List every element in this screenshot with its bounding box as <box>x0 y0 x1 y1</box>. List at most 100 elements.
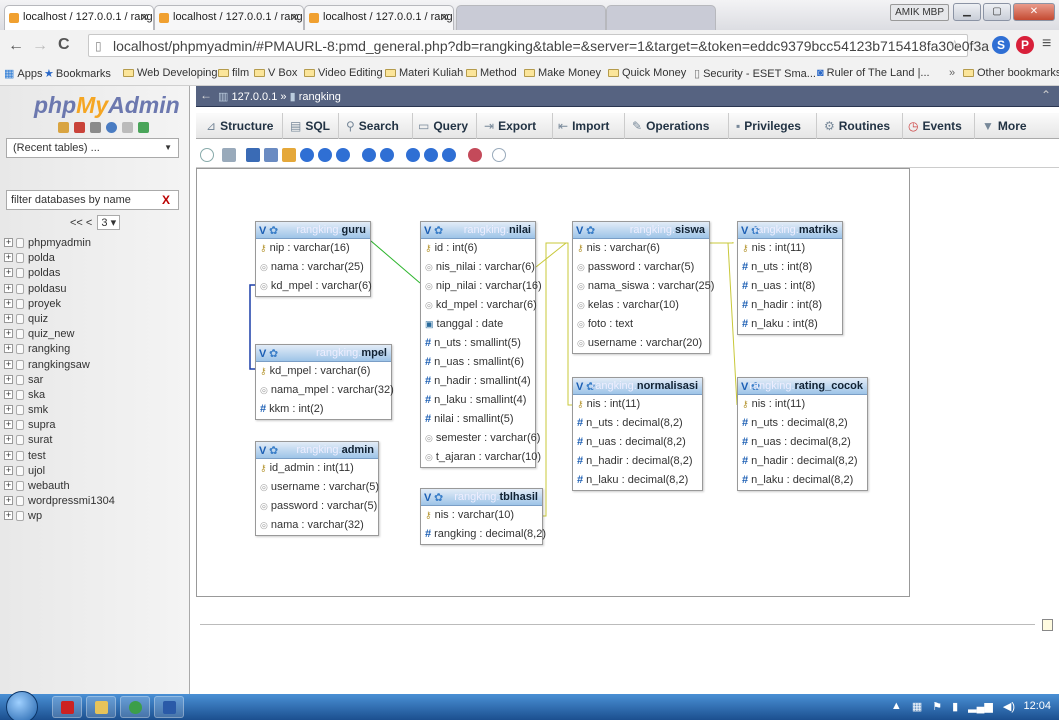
table-column[interactable]: ◎ foto : text <box>573 315 709 334</box>
table-column[interactable]: ◎ nama : varchar(32) <box>256 516 378 535</box>
table-column[interactable]: ◎ semester : varchar(6) <box>421 429 540 448</box>
table-rating-cocok[interactable]: V ✿ rangking.rating_cocok ⚷ nis : int(11) # n_… <box>737 377 868 491</box>
table-header[interactable]: V ✿ rangking.tblhasil <box>421 489 542 506</box>
toggle-icon[interactable]: V <box>576 379 583 396</box>
start-button[interactable] <box>6 691 38 720</box>
table-column[interactable]: # n_uts : smallint(5) <box>421 334 535 353</box>
toggle-icon[interactable]: V <box>424 490 431 507</box>
table-column[interactable]: ◎ nis_nilai : varchar(6) <box>421 258 535 277</box>
table-column[interactable]: ◎ password : varchar(5) <box>573 258 709 277</box>
table-column[interactable]: # kkm : int(2) <box>256 400 391 419</box>
taskbar-explorer[interactable] <box>86 696 116 718</box>
table-column[interactable]: ⚷ id_admin : int(11) <box>256 459 378 478</box>
relation-siswa-rating[interactable] <box>710 242 738 406</box>
table-header[interactable]: V ✿ rangking.mpel <box>256 345 391 362</box>
table-header[interactable]: V ✿ rangking.nilai <box>421 222 535 239</box>
taskbar-word[interactable] <box>154 696 184 718</box>
table-column[interactable]: # n_uas : int(8) <box>738 277 842 296</box>
table-column[interactable]: ⚷ nis : varchar(10) <box>421 506 542 525</box>
table-matriks[interactable]: V ✿ rangking.matriks ⚷ nis : int(11) # n_uts :… <box>737 221 843 335</box>
table-column[interactable]: ◎ nama_mpel : varchar(32) <box>256 381 394 400</box>
tray-network-icon[interactable]: ▦ <box>912 700 922 713</box>
table-column[interactable]: ◎ nama_siswa : varchar(25) <box>573 277 714 296</box>
table-header[interactable]: V ✿ rangking.matriks <box>738 222 842 239</box>
table-column[interactable]: # n_laku : decimal(8,2) <box>738 471 867 490</box>
table-column[interactable]: ⚷ id : int(6) <box>421 239 535 258</box>
table-column[interactable]: # n_hadir : decimal(8,2) <box>738 452 867 471</box>
table-column[interactable]: # n_hadir : int(8) <box>738 296 842 315</box>
primary-key-icon: ⚷ <box>577 243 584 253</box>
gear-icon[interactable]: ✿ <box>269 223 278 240</box>
table-column[interactable]: ◎ username : varchar(5) <box>256 478 379 497</box>
gear-icon[interactable]: ✿ <box>269 346 278 363</box>
text-column-icon: ◎ <box>425 281 433 291</box>
table-tblhasil[interactable]: V ✿ rangking.tblhasil ⚷ nis : varchar(10) # ra… <box>420 488 546 545</box>
table-column[interactable]: ◎ nip_nilai : varchar(16) <box>421 277 542 296</box>
table-column[interactable]: # n_uts : decimal(8,2) <box>573 414 702 433</box>
gear-icon[interactable]: ✿ <box>269 443 278 460</box>
table-column[interactable]: # n_hadir : decimal(8,2) <box>573 452 702 471</box>
gear-icon[interactable]: ✿ <box>586 223 595 240</box>
toggle-icon[interactable]: V <box>259 223 266 240</box>
taskbar-chrome[interactable] <box>120 696 150 718</box>
table-guru[interactable]: V ✿ rangking.guru ⚷ nip : varchar(16) ◎ nama :… <box>255 221 372 297</box>
toggle-icon[interactable]: V <box>741 223 748 240</box>
toggle-icon[interactable]: V <box>741 379 748 396</box>
table-column[interactable]: ◎ password : varchar(5) <box>256 497 378 516</box>
table-column[interactable]: # n_uts : decimal(8,2) <box>738 414 867 433</box>
table-column[interactable]: ◎ t_ajaran : varchar(10) <box>421 448 541 467</box>
table-header[interactable]: V ✿ rangking.admin <box>256 442 378 459</box>
gear-icon[interactable]: ✿ <box>434 490 443 507</box>
table-column[interactable]: # n_laku : smallint(4) <box>421 391 535 410</box>
toggle-icon[interactable]: V <box>259 443 266 460</box>
table-column[interactable]: # nilai : smallint(5) <box>421 410 535 429</box>
table-column[interactable]: ◎ kelas : varchar(10) <box>573 296 709 315</box>
table-column[interactable]: ⚷ nip : varchar(16) <box>256 239 370 258</box>
table-column[interactable]: ◎ kd_mpel : varchar(6) <box>421 296 537 315</box>
numeric-column-icon: # <box>742 417 749 429</box>
tray-battery-icon[interactable]: ▮ <box>952 700 958 713</box>
table-nilai[interactable]: V ✿ rangking.nilai ⚷ id : int(6) ◎ nis_nilai :… <box>420 221 542 468</box>
table-normalisasi[interactable]: V ✿ rangking.normalisasi ⚷ nis : int(11) # n_u… <box>572 377 703 491</box>
toggle-icon[interactable]: V <box>259 346 266 363</box>
table-mpel[interactable]: V ✿ rangking.mpel ⚷ kd_mpel : varchar(6) ◎ nam… <box>255 344 394 420</box>
taskbar-app-1[interactable] <box>52 696 82 718</box>
table-column[interactable]: ⚷ nis : varchar(6) <box>573 239 709 258</box>
table-header[interactable]: V ✿ rangking.rating_cocok <box>738 378 867 395</box>
toggle-icon[interactable]: V <box>576 223 583 240</box>
toggle-icon[interactable]: V <box>424 223 431 240</box>
table-header[interactable]: V ✿ rangking.normalisasi <box>573 378 702 395</box>
tray-signal-icon[interactable]: ▂▄▆ <box>968 700 993 713</box>
gear-icon[interactable]: ✿ <box>434 223 443 240</box>
table-column[interactable]: # n_laku : int(8) <box>738 315 842 334</box>
table-column[interactable]: ⚷ kd_mpel : varchar(6) <box>256 362 391 381</box>
table-column[interactable]: # n_laku : decimal(8,2) <box>573 471 702 490</box>
table-siswa[interactable]: V ✿ rangking.siswa ⚷ nis : varchar(6) ◎ passwo… <box>572 221 714 354</box>
numeric-column-icon: # <box>425 413 432 425</box>
table-column[interactable]: # n_uts : int(8) <box>738 258 842 277</box>
table-column[interactable]: ▣ tanggal : date <box>421 315 535 334</box>
table-column[interactable]: ⚷ nis : int(11) <box>738 395 867 414</box>
table-column[interactable]: # n_uas : decimal(8,2) <box>573 433 702 452</box>
table-column[interactable]: ◎ nama : varchar(25) <box>256 258 370 277</box>
table-column[interactable]: # n_uas : smallint(6) <box>421 353 535 372</box>
table-column[interactable]: # rangking : decimal(8,2) <box>421 525 546 544</box>
relation-guru-nilai[interactable] <box>370 240 421 284</box>
table-column[interactable]: # n_uas : decimal(8,2) <box>738 433 867 452</box>
relation-tblhasil-siswa[interactable] <box>543 242 566 517</box>
console-icon[interactable] <box>1042 619 1053 631</box>
tray-arrow-icon[interactable]: ▲ <box>891 700 902 713</box>
primary-key-icon: ⚷ <box>260 366 267 376</box>
table-column[interactable]: ◎ kd_mpel : varchar(6) <box>256 277 372 296</box>
relation-nilai-siswa[interactable] <box>535 242 567 268</box>
table-header[interactable]: V ✿ rangking.guru <box>256 222 370 239</box>
primary-key-icon: ⚷ <box>742 243 749 253</box>
table-column[interactable]: # n_hadir : smallint(4) <box>421 372 535 391</box>
table-column[interactable]: ⚷ nis : int(11) <box>573 395 702 414</box>
tray-volume-icon[interactable]: ◀) <box>1003 700 1015 713</box>
table-header[interactable]: V ✿ rangking.siswa <box>573 222 709 239</box>
tray-flag-icon[interactable]: ⚑ <box>932 700 942 713</box>
table-column[interactable]: ⚷ nis : int(11) <box>738 239 842 258</box>
table-column[interactable]: ◎ username : varchar(20) <box>573 334 709 353</box>
table-admin[interactable]: V ✿ rangking.admin ⚷ id_admin : int(11) ◎ user… <box>255 441 379 536</box>
